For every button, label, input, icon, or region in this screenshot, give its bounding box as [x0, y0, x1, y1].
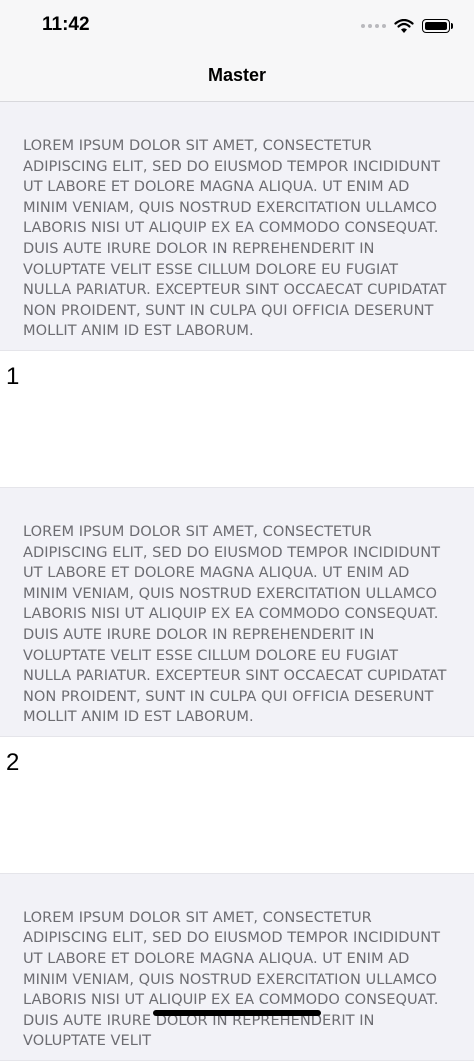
cellular-dots-icon — [361, 24, 386, 28]
table-row[interactable]: 2 — [0, 736, 474, 874]
home-indicator[interactable] — [153, 1010, 321, 1016]
navigation-bar: Master — [0, 50, 474, 102]
table-row[interactable]: 1 — [0, 350, 474, 488]
status-icons — [361, 16, 453, 36]
row-label: 1 — [6, 362, 20, 390]
battery-icon — [422, 19, 453, 33]
table-view[interactable]: LOREM IPSUM DOLOR SIT AMET, CONSECTETUR … — [0, 102, 474, 1061]
section-header: LOREM IPSUM DOLOR SIT AMET, CONSECTETUR … — [0, 873, 474, 1061]
page-title: Master — [207, 65, 267, 85]
wifi-icon — [394, 18, 414, 33]
section-header: LOREM IPSUM DOLOR SIT AMET, CONSECTETUR … — [0, 487, 474, 737]
section-header: LOREM IPSUM DOLOR SIT AMET, CONSECTETUR … — [0, 102, 474, 351]
status-time: 11:42 — [42, 14, 90, 35]
status-bar: 11:42 — [0, 0, 474, 50]
row-label: 2 — [6, 748, 20, 776]
